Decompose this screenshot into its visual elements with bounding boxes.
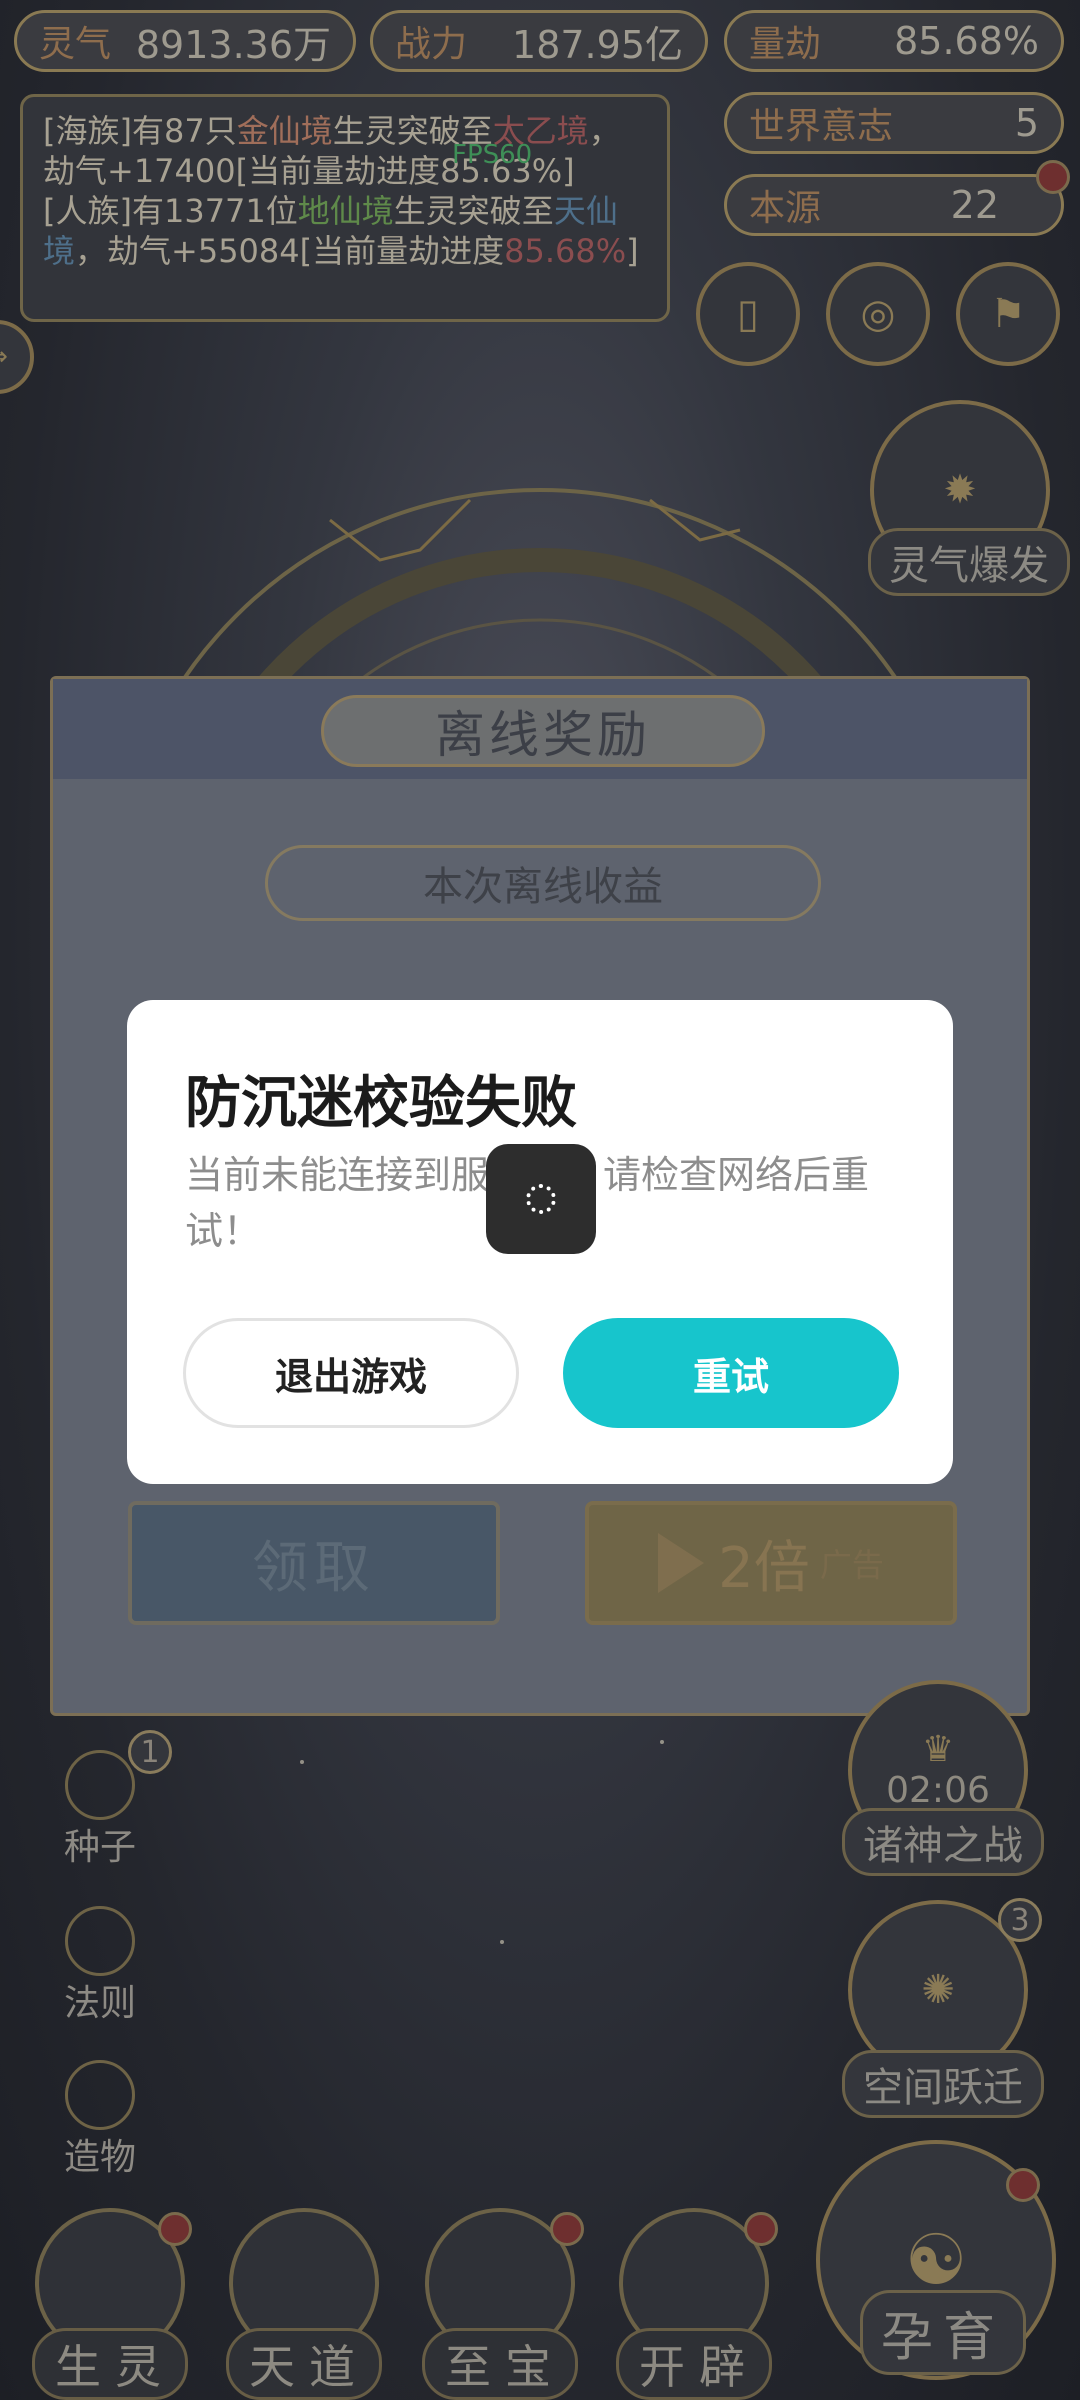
yunyu-dot (1006, 2168, 1040, 2202)
benyuan-value: 22 (950, 183, 999, 227)
log-line2-realm: 地仙境 (297, 192, 394, 230)
law-label: 法则 (63, 1983, 136, 2024)
space-jump-badge: 3 (998, 1898, 1042, 1942)
zhanli-value: 187.95亿 (512, 22, 683, 67)
log-line1-realm: 金仙境 (236, 112, 333, 150)
space-jump-label: 空间跃迁 (842, 2050, 1044, 2118)
exit-game-button[interactable]: 退出游戏 (183, 1318, 519, 1428)
lingqi-label: 灵气 (39, 24, 112, 65)
event-log: [海族]有87只金仙境生灵突破至太乙境，劫气+17400[当前量劫进度85.63… (20, 94, 670, 322)
double-label: 2倍 (718, 1535, 810, 1601)
swirl-icon: ◎ (860, 291, 896, 337)
law-button[interactable]: 法则 (40, 1896, 160, 2026)
seed-badge: 1 (128, 1730, 172, 1774)
portal-button[interactable]: ◎ (826, 262, 930, 366)
liangjie-value: 85.68% (894, 19, 1039, 63)
diamond-icon (65, 2060, 135, 2130)
zhanli-stat: 战力 187.95亿 (370, 10, 708, 72)
loading-toast (486, 1144, 596, 1254)
world-will-value: 5 (1014, 101, 1039, 145)
flame-icon (65, 1906, 135, 1976)
reward-title: 离线奖励 (321, 695, 765, 767)
spinner-icon (526, 1184, 556, 1214)
nav-shengling-label: 生灵 (32, 2328, 188, 2400)
embryo-icon: ☯ (904, 2219, 968, 2301)
gods-war-label: 诸神之战 (842, 1808, 1044, 1876)
benyuan-stat[interactable]: 本源 22 (724, 174, 1064, 236)
nav-kaipi-label: 开辟 (616, 2328, 772, 2400)
reward-subtitle: 本次离线收益 (265, 845, 821, 921)
retry-button[interactable]: 重试 (563, 1318, 899, 1428)
world-will-label: 世界意志 (749, 106, 894, 147)
log-line2-suffix: ，劫气+55084[当前量劫进度 (75, 232, 505, 270)
benyuan-label: 本源 (749, 188, 822, 229)
log-line2-progress: 85.68% (504, 232, 627, 270)
log-line2-prefix: [人族]有13771位 (43, 192, 298, 230)
benyuan-notification-dot (1036, 160, 1070, 194)
vortex-icon: ✺ (921, 1967, 955, 2013)
world-will-stat[interactable]: 世界意志 5 (724, 92, 1064, 154)
log-line2-mid: 生灵突破至 (393, 192, 554, 230)
yunyu-label: 孕育 (860, 2290, 1027, 2375)
lingqi-value: 8913.36万 (135, 22, 331, 67)
zhanli-label: 战力 (395, 24, 468, 65)
log-line2-end: ] (626, 232, 639, 270)
double-reward-button[interactable]: 2倍 广告 (585, 1501, 957, 1625)
ad-label: 广告 (819, 1546, 884, 1584)
play-icon (658, 1533, 705, 1593)
claim-button[interactable]: 领取 (128, 1501, 500, 1625)
fps-counter: FPS60 (452, 140, 533, 170)
liangjie-label: 量劫 (749, 24, 822, 65)
create-label: 造物 (63, 2137, 136, 2178)
liangjie-stat: 量劫 85.68% (724, 10, 1064, 72)
flag-icon: ⚑ (990, 291, 1026, 337)
lotus-icon (65, 1750, 135, 1820)
seed-label: 种子 (63, 1827, 136, 1868)
nav-tiandao-label: 天道 (226, 2328, 382, 2400)
burst-icon: ✹ (943, 467, 977, 513)
nav-tiandao[interactable]: 天道 (214, 2200, 394, 2400)
card-icon: ▯ (736, 291, 759, 337)
lingqi-burst-label: 灵气爆发 (868, 528, 1070, 596)
nav-zhibao-label: 至宝 (422, 2328, 578, 2400)
nav-zhibao-dot (550, 2212, 584, 2246)
flag-button[interactable]: ⚑ (956, 262, 1060, 366)
nav-shengling-dot (158, 2212, 192, 2246)
create-button[interactable]: 造物 (40, 2050, 160, 2180)
log-line1-prefix: [海族]有87只 (43, 112, 237, 150)
card-button[interactable]: ▯ (696, 262, 800, 366)
lingqi-stat: 灵气 8913.36万 (14, 10, 356, 72)
nav-kaipi-dot (744, 2212, 778, 2246)
dialog-title: 防沉迷校验失败 (185, 1071, 577, 1134)
crown-icon: ♛ (921, 1729, 955, 1770)
gods-war-timer: 02:06 (886, 1770, 990, 1811)
